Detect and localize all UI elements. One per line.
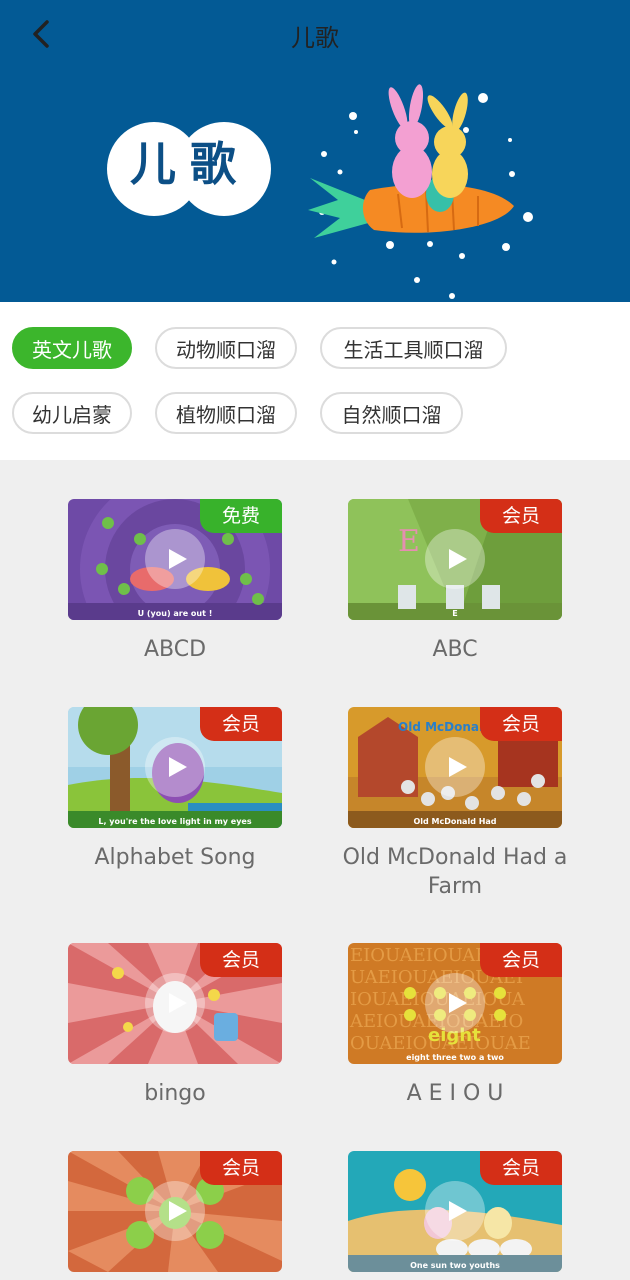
song-title[interactable]: ABC <box>328 635 582 664</box>
page-title: 儿歌 <box>291 24 339 52</box>
play-icon <box>169 549 187 569</box>
thumbnail-caption: Old McDonald Had <box>413 817 497 826</box>
thumbnail-caption: U (you) are out ! <box>137 609 213 618</box>
thumbnail-caption: E <box>452 609 458 618</box>
play-button[interactable] <box>145 529 205 589</box>
vip-badge: 会员 <box>200 707 282 741</box>
vip-badge: 会员 <box>480 943 562 977</box>
vip-badge: 会员 <box>480 707 562 741</box>
rabbits-on-carrot-illustration <box>308 84 533 299</box>
play-button[interactable] <box>425 973 485 1033</box>
play-button[interactable] <box>425 529 485 589</box>
vip-badge: 会员 <box>200 1151 282 1185</box>
category-chip-english-songs[interactable]: 英文儿歌 <box>12 327 132 369</box>
category-filter: 英文儿歌 动物顺口溜 生活工具顺口溜 幼儿启蒙 植物顺口溜 自然顺口溜 <box>0 302 630 460</box>
banner-badge-text: 儿歌 <box>130 137 250 191</box>
play-button[interactable] <box>145 737 205 797</box>
play-button[interactable] <box>145 973 205 1033</box>
song-title[interactable]: bingo <box>48 1079 302 1108</box>
song-thumbnail[interactable]: E E 会员 <box>348 499 562 620</box>
play-icon <box>449 549 467 569</box>
play-icon <box>169 993 187 1013</box>
song-thumbnail[interactable]: 会员 <box>68 1151 282 1272</box>
thumbnail-caption: eight three two a two <box>406 1053 504 1062</box>
vip-badge: 会员 <box>480 499 562 533</box>
play-icon <box>169 757 187 777</box>
category-chip-nature-rhymes[interactable]: 自然顺口溜 <box>320 392 463 434</box>
song-thumbnail[interactable]: Old McDonald Had Old McDonald Had 会员 <box>348 707 562 828</box>
play-button[interactable] <box>425 1181 485 1241</box>
header-banner: 儿歌 儿歌 <box>0 0 630 302</box>
song-title[interactable]: Alphabet Song <box>48 843 302 872</box>
play-icon <box>449 1201 467 1221</box>
song-title[interactable]: Old McDonald Had a Farm <box>328 843 582 901</box>
thumbnail-caption: One sun two youths <box>410 1261 500 1270</box>
thumbnail-caption: L, you're the love light in my eyes <box>98 817 252 826</box>
category-chip-early-learning[interactable]: 幼儿启蒙 <box>12 392 132 434</box>
song-thumbnail[interactable]: U (you) are out ! 免费 <box>68 499 282 620</box>
category-chip-animal-rhymes[interactable]: 动物顺口溜 <box>155 327 297 369</box>
svg-text:E: E <box>398 524 420 559</box>
play-button[interactable] <box>425 737 485 797</box>
song-title[interactable]: A E I O U <box>328 1079 582 1108</box>
song-title[interactable]: ABCD <box>48 635 302 664</box>
category-chip-plant-rhymes[interactable]: 植物顺口溜 <box>155 392 297 434</box>
vip-badge: 会员 <box>480 1151 562 1185</box>
song-thumbnail[interactable]: EIOUAEIOUAEIOU UAEIOUAEIOUAEI IOUAEIOUAEI… <box>348 943 562 1064</box>
play-icon <box>449 757 467 777</box>
song-thumbnail[interactable]: One sun two youths 会员 <box>348 1151 562 1272</box>
play-button[interactable] <box>145 1181 205 1241</box>
play-icon <box>169 1201 187 1221</box>
category-chip-life-tools-rhymes[interactable]: 生活工具顺口溜 <box>320 327 507 369</box>
song-thumbnail[interactable]: 会员 <box>68 943 282 1064</box>
free-badge: 免费 <box>200 499 282 533</box>
vip-badge: 会员 <box>200 943 282 977</box>
play-icon <box>449 993 467 1013</box>
song-thumbnail[interactable]: L, you're the love light in my eyes 会员 <box>68 707 282 828</box>
